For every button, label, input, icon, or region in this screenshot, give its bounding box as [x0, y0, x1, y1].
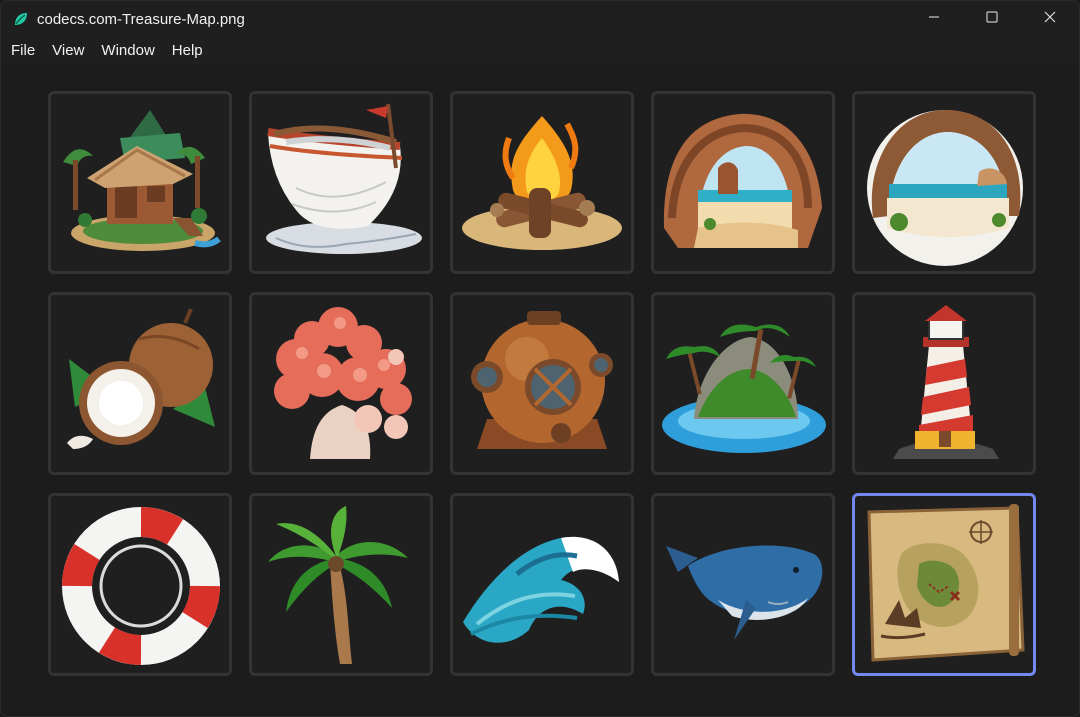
close-button[interactable] [1021, 1, 1079, 37]
life-ring-icon [62, 506, 220, 665]
wave-icon [463, 536, 619, 643]
treasure-map-icon [867, 503, 1025, 662]
whale-icon [666, 544, 823, 640]
minimize-icon [928, 10, 940, 28]
sea-cave-icon [663, 113, 822, 248]
tile-campfire[interactable] [450, 91, 634, 274]
tile-tiki-hut[interactable] [48, 91, 232, 274]
minimize-button[interactable] [905, 1, 963, 37]
tile-coconut[interactable] [48, 292, 232, 475]
tile-life-ring[interactable] [48, 493, 232, 676]
tile-rowboat[interactable] [249, 91, 433, 274]
image-viewer-window: codecs.com-Treasure-Map.png File View Wi… [0, 0, 1080, 717]
image-content [1, 65, 1079, 716]
maximize-button[interactable] [963, 1, 1021, 37]
tile-beach-cave[interactable] [852, 91, 1036, 274]
campfire-icon [462, 115, 622, 250]
tile-palm-island[interactable] [651, 292, 835, 475]
diving-helmet-icon [471, 310, 613, 449]
tile-coral[interactable] [249, 292, 433, 475]
palm-island-icon [662, 324, 826, 453]
menu-help[interactable]: Help [166, 37, 209, 65]
tile-wave[interactable] [450, 493, 634, 676]
icon-grid [48, 91, 1036, 676]
coral-icon [274, 306, 412, 459]
palm-tree-icon [268, 505, 408, 664]
rowboat-icon [266, 103, 422, 254]
tiki-hut-icon [63, 109, 221, 251]
window-title: codecs.com-Treasure-Map.png [37, 10, 245, 28]
menu-window[interactable]: Window [95, 37, 160, 65]
menu-file[interactable]: File [5, 37, 41, 65]
tile-lighthouse[interactable] [852, 292, 1036, 475]
lighthouse-icon [893, 304, 999, 459]
coconut-icon [67, 307, 215, 449]
tile-diving-helmet[interactable] [450, 292, 634, 475]
menu-bar: File View Window Help [1, 37, 1079, 65]
close-icon [1044, 10, 1056, 28]
title-bar[interactable]: codecs.com-Treasure-Map.png [1, 1, 1079, 37]
menu-view[interactable]: View [46, 37, 90, 65]
tile-sea-cave[interactable] [651, 91, 835, 274]
maximize-icon [986, 10, 998, 28]
beach-cave-icon [867, 109, 1023, 266]
window-controls [905, 1, 1079, 37]
tile-whale[interactable] [651, 493, 835, 676]
tile-palm-tree[interactable] [249, 493, 433, 676]
tile-treasure-map-selected[interactable] [852, 493, 1036, 676]
leaf-app-icon [11, 9, 31, 29]
